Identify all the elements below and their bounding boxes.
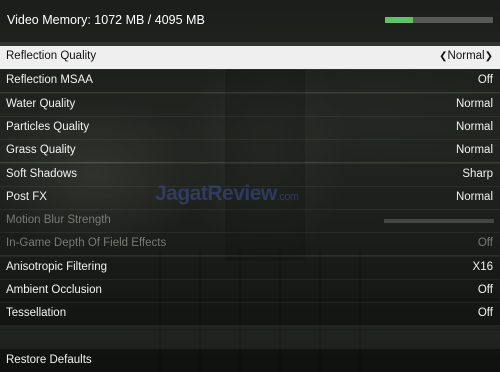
setting-label: Tessellation: [6, 307, 67, 320]
setting-label: Particles Quality: [6, 120, 90, 133]
setting-value: Off: [478, 284, 493, 296]
setting-label: Grass Quality: [6, 144, 76, 157]
setting-value: X16: [473, 261, 493, 273]
setting-row[interactable]: Anisotropic Filtering X16: [0, 255, 500, 279]
watermark: JagatReview.com: [155, 182, 299, 206]
setting-value: Off: [478, 307, 493, 319]
setting-row: In-Game Depth Of Field Effects Off: [0, 232, 500, 256]
restore-defaults-button[interactable]: Restore Defaults: [0, 349, 500, 372]
setting-value: Off: [478, 237, 493, 249]
vram-label: Video Memory: 1072 MB / 4095 MB: [7, 13, 205, 27]
setting-value-text: Normal: [455, 97, 493, 110]
vram-header: Video Memory: 1072 MB / 4095 MB: [0, 0, 500, 42]
setting-label: Ambient Occlusion: [6, 284, 102, 296]
setting-row[interactable]: Reflection MSAA Off: [0, 69, 500, 93]
setting-value-text: Off: [477, 284, 493, 296]
setting-label: Reflection MSAA: [6, 74, 93, 87]
setting-row[interactable]: Reflection Quality ❮ Normal ❯: [0, 46, 500, 69]
setting-label: Water Quality: [6, 97, 76, 110]
watermark-brand: JagatReview: [155, 182, 277, 205]
setting-row: Motion Blur Strength: [0, 209, 500, 233]
setting-label: In-Game Depth Of Field Effects: [6, 237, 167, 250]
setting-value-text: Normal: [455, 120, 493, 133]
vram-usage-fill: [385, 17, 414, 23]
setting-value-text: X16: [472, 260, 493, 273]
setting-label: Anisotropic Filtering: [6, 260, 107, 273]
setting-row[interactable]: Particles Quality Normal: [0, 115, 500, 139]
setting-slider: [384, 219, 494, 224]
setting-row[interactable]: Grass Quality Normal: [0, 139, 500, 163]
setting-label: Post FX: [6, 190, 47, 203]
setting-value-text: Normal: [455, 144, 493, 157]
setting-value-text: Off: [477, 307, 493, 320]
setting-value: Normal: [456, 144, 493, 156]
setting-label: Soft Shadows: [6, 167, 77, 180]
setting-row[interactable]: Ambient Occlusion Off: [0, 279, 500, 302]
watermark-suffix: .com: [276, 191, 299, 203]
setting-value-text: Sharp: [462, 167, 493, 180]
setting-label: Motion Blur Strength: [6, 214, 111, 227]
vram-usage-bar: [385, 17, 493, 23]
setting-row[interactable]: Tessellation Off: [0, 302, 500, 326]
setting-value-text: Off: [477, 237, 493, 250]
setting-value: Normal: [456, 121, 493, 133]
setting-value-text: Off: [477, 74, 493, 87]
setting-label: Reflection Quality: [6, 50, 97, 62]
setting-value-text: Normal: [447, 50, 485, 62]
setting-value: Normal: [456, 98, 493, 110]
setting-value: Sharp: [462, 168, 493, 180]
setting-value: ❮ Normal ❯: [439, 50, 493, 62]
chevron-left-icon[interactable]: ❮: [439, 51, 447, 62]
setting-row[interactable]: Water Quality Normal: [0, 92, 500, 116]
setting-value-text: Normal: [455, 190, 493, 203]
setting-value: Normal: [456, 191, 493, 203]
restore-defaults-label: Restore Defaults: [6, 354, 92, 366]
setting-value: Off: [478, 74, 493, 86]
chevron-right-icon[interactable]: ❯: [485, 51, 493, 62]
